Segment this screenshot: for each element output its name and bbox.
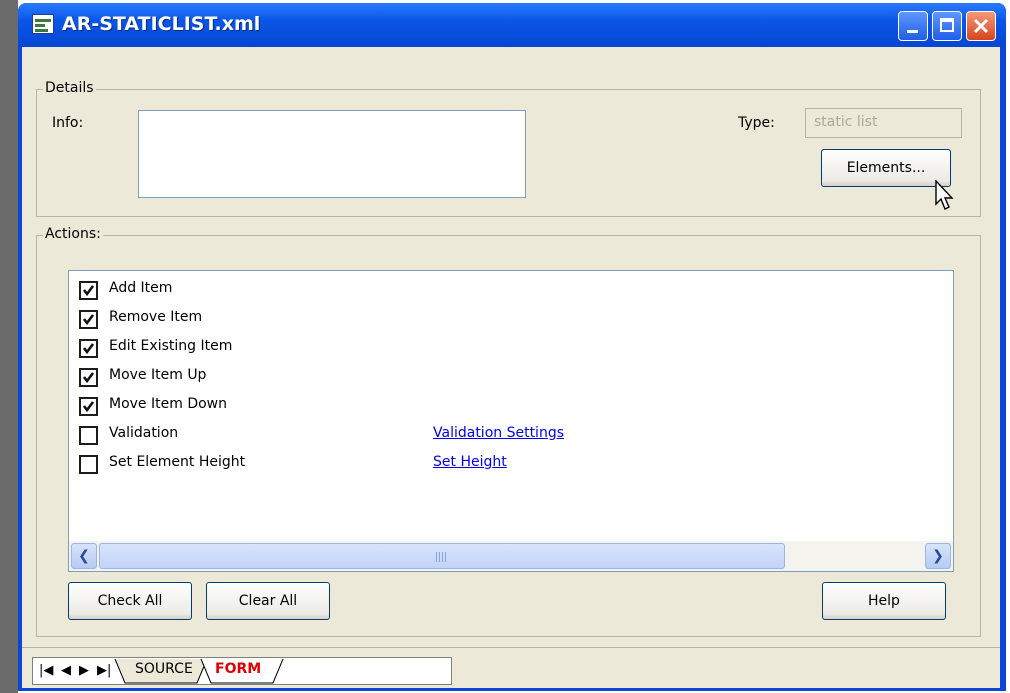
- mouse-cursor-icon: [935, 180, 954, 210]
- check-all-button[interactable]: Check All: [68, 582, 192, 620]
- action-row[interactable]: Remove Item: [79, 308, 939, 332]
- action-label: Move Item Up: [109, 367, 207, 383]
- action-row[interactable]: Move Item Down: [79, 395, 939, 419]
- window: AR-STATICLIST.xml Details Info: Type: st…: [18, 3, 1006, 691]
- action-checkbox[interactable]: [79, 426, 98, 445]
- action-row[interactable]: Set Element Height Set Height: [79, 453, 939, 477]
- maximize-button[interactable]: [932, 11, 962, 41]
- horizontal-scrollbar[interactable]: ❮ ❯: [69, 541, 953, 571]
- chevron-right-icon: ❯: [932, 548, 944, 564]
- window-title: AR-STATICLIST.xml: [62, 13, 261, 35]
- checkmark-icon: [82, 343, 95, 355]
- minimize-button[interactable]: [898, 11, 928, 41]
- minimize-icon: [907, 30, 918, 33]
- action-checkbox[interactable]: [79, 339, 98, 358]
- grip-icon: [436, 552, 448, 562]
- actions-legend: Actions:: [43, 226, 103, 242]
- form-client-area: Details Info: Type: static list Elements…: [22, 47, 1000, 688]
- scrollbar-thumb[interactable]: [99, 543, 785, 569]
- previous-tab-icon[interactable]: ◀: [61, 663, 71, 678]
- tab-source[interactable]: SOURCE: [135, 661, 193, 685]
- clear-all-button[interactable]: Clear All: [206, 582, 330, 620]
- action-row[interactable]: Move Item Up: [79, 366, 939, 390]
- title-bar[interactable]: AR-STATICLIST.xml: [18, 3, 1006, 47]
- action-label: Add Item: [109, 280, 173, 296]
- info-textarea[interactable]: [138, 110, 526, 198]
- details-legend: Details: [43, 80, 96, 96]
- action-checkbox[interactable]: [79, 368, 98, 387]
- action-row[interactable]: Edit Existing Item: [79, 337, 939, 361]
- type-field: static list: [805, 108, 962, 138]
- close-button[interactable]: [966, 11, 996, 41]
- action-settings-link[interactable]: Set Height: [433, 454, 507, 470]
- action-settings-link[interactable]: Validation Settings: [433, 425, 564, 441]
- action-row[interactable]: Add Item: [79, 279, 939, 303]
- scroll-left-button[interactable]: ❮: [71, 543, 97, 569]
- action-label: Set Element Height: [109, 454, 246, 470]
- elements-button[interactable]: Elements...: [821, 149, 951, 187]
- action-label: Move Item Down: [109, 396, 227, 412]
- maximize-icon: [940, 18, 954, 32]
- next-tab-icon[interactable]: ▶: [79, 663, 89, 678]
- last-tab-icon[interactable]: ▶|: [97, 663, 111, 678]
- action-checkbox[interactable]: [79, 281, 98, 300]
- chevron-left-icon: ❮: [78, 548, 90, 564]
- help-button[interactable]: Help: [822, 582, 946, 620]
- checkmark-icon: [82, 401, 95, 413]
- action-checkbox[interactable]: [79, 310, 98, 329]
- xml-file-icon: [32, 14, 54, 34]
- first-tab-icon[interactable]: |◀: [39, 663, 53, 678]
- close-icon: [973, 18, 989, 34]
- checkmark-icon: [82, 372, 95, 384]
- actions-list[interactable]: Add Item Remove Item Edit Existing Item Mov…: [68, 270, 954, 572]
- checkmark-icon: [82, 314, 95, 326]
- tab-strip: |◀ ◀ ▶ ▶| SOURCE FORM: [32, 657, 452, 685]
- action-checkbox[interactable]: [79, 397, 98, 416]
- info-label: Info:: [52, 115, 84, 131]
- type-label: Type:: [738, 115, 775, 131]
- action-label: Edit Existing Item: [109, 338, 233, 354]
- desktop-edge: [0, 0, 18, 693]
- action-label: Validation: [109, 425, 179, 441]
- action-row[interactable]: Validation Validation Settings: [79, 424, 939, 448]
- action-label: Remove Item: [109, 309, 203, 325]
- action-checkbox[interactable]: [79, 455, 98, 474]
- scroll-right-button[interactable]: ❯: [925, 543, 951, 569]
- checkmark-icon: [82, 285, 95, 297]
- tab-form[interactable]: FORM: [215, 661, 261, 685]
